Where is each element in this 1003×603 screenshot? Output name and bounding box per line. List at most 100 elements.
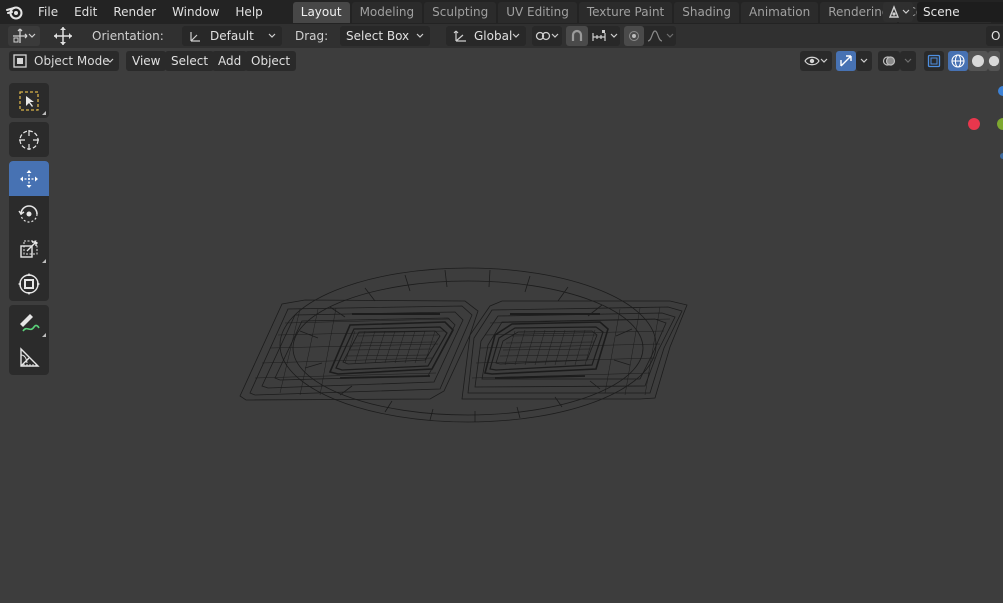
gizmo-dropdown[interactable] bbox=[856, 51, 872, 71]
scene-selector: Scene bbox=[883, 0, 1003, 24]
options-dropdown[interactable]: O bbox=[986, 26, 1003, 46]
tab-layout[interactable]: Layout bbox=[292, 2, 350, 23]
3d-cursor-icon bbox=[19, 129, 39, 150]
tool-measure[interactable] bbox=[9, 340, 49, 375]
chevron-down-icon bbox=[666, 33, 674, 38]
measure-ruler-icon bbox=[20, 346, 40, 367]
mesh-right-panel-grid bbox=[471, 306, 671, 396]
menu-edit[interactable]: Edit bbox=[66, 2, 105, 22]
object-mode-value: Object Mode bbox=[34, 54, 110, 68]
viewport-header: Object Mode View Select Add Object bbox=[0, 48, 1003, 73]
tool-group-select bbox=[9, 83, 49, 118]
gizmo-toggle-button[interactable] bbox=[836, 51, 856, 71]
shading-material-button[interactable] bbox=[988, 51, 1000, 71]
transform-orientation-value: Global bbox=[474, 29, 513, 43]
tool-mode-button[interactable] bbox=[8, 26, 40, 46]
tool-cursor[interactable] bbox=[9, 122, 49, 157]
chevron-down-icon bbox=[106, 58, 114, 63]
move-icon bbox=[20, 169, 38, 188]
overlays-dropdown[interactable] bbox=[900, 51, 916, 71]
viewport-right-controls bbox=[800, 51, 1000, 71]
tab-shading[interactable]: Shading bbox=[674, 2, 739, 23]
orientation-value: Default bbox=[210, 29, 254, 43]
orientation-dropdown[interactable]: Default bbox=[182, 26, 282, 46]
snap-target-dropdown[interactable] bbox=[588, 26, 610, 46]
object-mode-icon bbox=[13, 54, 27, 68]
chevron-down-icon bbox=[904, 58, 912, 63]
menu-help[interactable]: Help bbox=[227, 2, 270, 22]
tab-sculpting[interactable]: Sculpting bbox=[424, 2, 497, 23]
chevron-down-icon bbox=[820, 58, 828, 63]
gizmo-z-axis-dot bbox=[998, 86, 1003, 96]
orientation-icon bbox=[190, 32, 200, 42]
scene-icon bbox=[888, 5, 899, 18]
proportional-edit-toggle[interactable] bbox=[624, 26, 644, 46]
tool-select-box[interactable] bbox=[9, 83, 49, 118]
tool-shelf bbox=[9, 83, 49, 379]
chevron-down-icon bbox=[860, 58, 868, 63]
falloff-curve-icon bbox=[647, 30, 663, 42]
gizmo-y-axis-dot bbox=[997, 118, 1003, 130]
pivot-point-dropdown[interactable] bbox=[532, 26, 562, 46]
transform-icon bbox=[18, 272, 40, 295]
mesh-left-panel-grid bbox=[254, 307, 451, 396]
transform-pivot-icon bbox=[13, 28, 28, 43]
tool-group-cursor bbox=[9, 122, 49, 157]
move-tool-icon-button[interactable] bbox=[50, 26, 76, 46]
object-mode-dropdown[interactable]: Object Mode bbox=[9, 51, 119, 71]
falloff-dropdown[interactable] bbox=[644, 26, 666, 46]
overlays-toggle-button[interactable] bbox=[878, 51, 900, 71]
navigation-gizmo[interactable] bbox=[968, 86, 1003, 159]
tool-move[interactable] bbox=[9, 161, 49, 196]
overlays-icon bbox=[882, 56, 896, 66]
tool-rotate[interactable] bbox=[9, 196, 49, 231]
move-icon bbox=[54, 27, 72, 45]
chevron-down-icon bbox=[610, 33, 618, 38]
shading-solid-button[interactable] bbox=[968, 51, 988, 71]
tab-modeling[interactable]: Modeling bbox=[351, 2, 423, 23]
transform-orientation-dropdown[interactable]: Global bbox=[446, 26, 526, 46]
menu-select[interactable]: Select bbox=[165, 51, 215, 71]
solid-sphere-icon bbox=[972, 55, 984, 67]
tab-animation[interactable]: Animation bbox=[741, 2, 819, 23]
menu-view[interactable]: View bbox=[126, 51, 167, 71]
scene-name-field[interactable]: Scene bbox=[917, 2, 1003, 22]
chevron-down-icon bbox=[512, 33, 520, 38]
wireframe-mesh bbox=[239, 267, 688, 423]
blender-logo-icon[interactable] bbox=[0, 0, 30, 24]
menu-add[interactable]: Add bbox=[212, 51, 248, 71]
orientation-label: Orientation: bbox=[92, 29, 164, 43]
wireframe-sphere-icon bbox=[951, 54, 965, 68]
tool-group-annotate bbox=[9, 305, 49, 375]
material-sphere-icon bbox=[988, 55, 1000, 67]
menu-file[interactable]: File bbox=[30, 2, 66, 22]
magnet-icon bbox=[571, 29, 583, 41]
snapping-group bbox=[566, 26, 620, 46]
tab-texture-paint[interactable]: Texture Paint bbox=[578, 2, 673, 23]
3d-viewport[interactable] bbox=[0, 73, 1003, 603]
options-label: O bbox=[991, 29, 1001, 43]
scene-browse-button[interactable] bbox=[883, 2, 913, 22]
tool-annotate[interactable] bbox=[9, 305, 49, 340]
select-box-icon bbox=[19, 90, 39, 111]
drag-dropdown[interactable]: Select Box bbox=[340, 26, 430, 46]
menu-window[interactable]: Window bbox=[164, 2, 227, 22]
xray-toggle-button[interactable] bbox=[924, 51, 944, 71]
mesh-right-panel bbox=[461, 300, 688, 400]
visibility-dropdown[interactable] bbox=[800, 51, 832, 71]
snap-toggle-button[interactable] bbox=[566, 26, 588, 46]
tool-settings-header: Orientation: Default Drag: Select Box Gl… bbox=[0, 24, 1003, 48]
snap-increment-icon bbox=[592, 30, 606, 41]
global-axes-icon bbox=[453, 30, 466, 42]
annotate-pencil-icon bbox=[20, 313, 40, 332]
tool-transform[interactable] bbox=[9, 266, 49, 301]
tab-uv-editing[interactable]: UV Editing bbox=[498, 2, 577, 23]
tool-scale[interactable] bbox=[9, 231, 49, 266]
menu-object[interactable]: Object bbox=[245, 51, 297, 71]
viewport-canvas[interactable] bbox=[0, 73, 1003, 603]
shading-wireframe-button[interactable] bbox=[948, 51, 968, 71]
rotate-icon bbox=[18, 204, 38, 223]
eye-icon bbox=[804, 56, 820, 66]
chevron-down-icon bbox=[902, 9, 909, 14]
menu-render[interactable]: Render bbox=[105, 2, 164, 22]
